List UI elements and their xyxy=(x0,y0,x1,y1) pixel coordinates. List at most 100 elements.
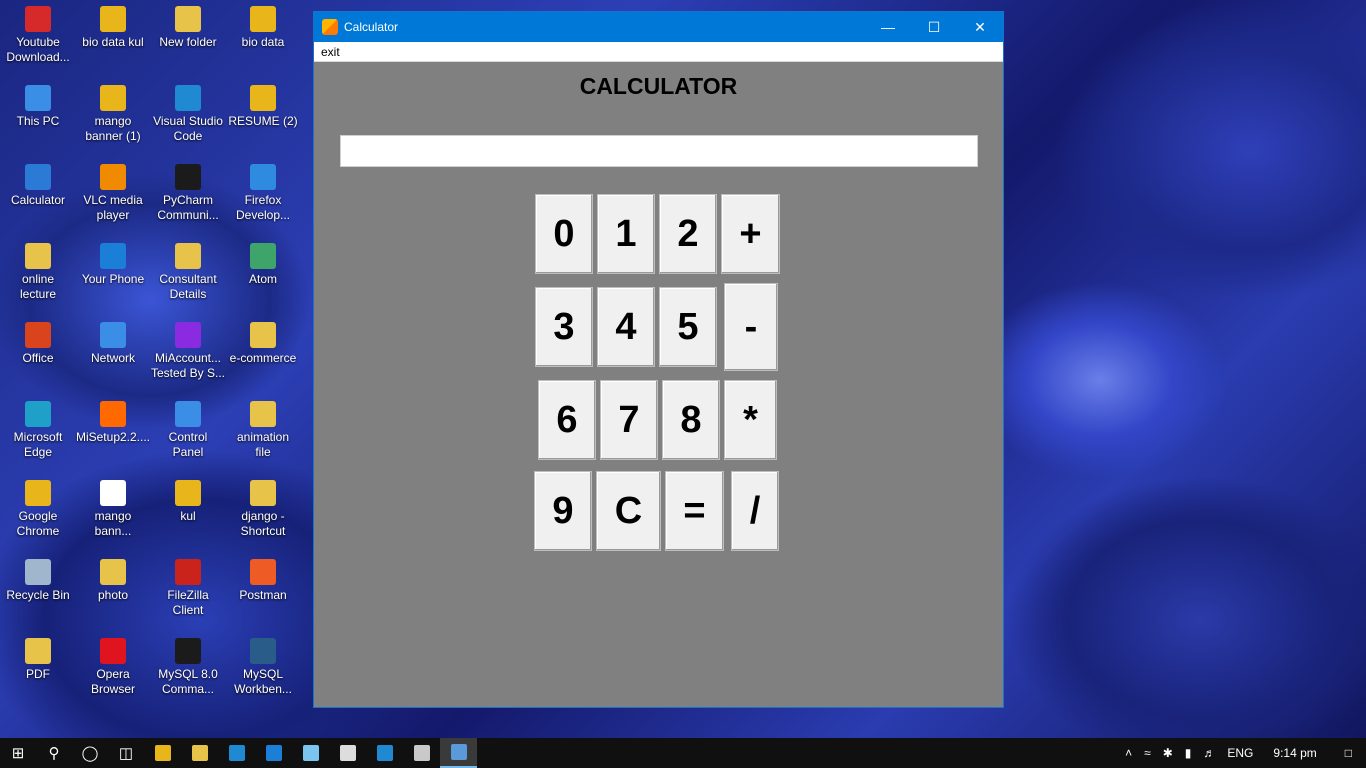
minimize-button[interactable]: — xyxy=(865,12,911,42)
desktop-icon[interactable]: Consultant Details xyxy=(150,237,226,313)
desktop-icon[interactable]: Your Phone xyxy=(75,237,151,313)
wifi-icon[interactable]: ≈ xyxy=(1138,746,1157,760)
desktop-icon[interactable]: Recycle Bin xyxy=(0,553,76,629)
desktop-icon[interactable]: Google Chrome xyxy=(0,474,76,550)
language-indicator[interactable]: ENG xyxy=(1221,746,1259,760)
key-2[interactable]: 2 xyxy=(659,194,717,274)
desktop-icon[interactable]: e-commerce xyxy=(225,316,301,392)
firefox-icon xyxy=(250,164,276,190)
desktop-icon[interactable]: Atom xyxy=(225,237,301,313)
taskbar-app[interactable] xyxy=(366,738,403,768)
store-icon xyxy=(228,745,245,761)
key-7[interactable]: 7 xyxy=(600,380,658,460)
start-button[interactable]: ⊞ xyxy=(0,738,36,768)
key-divide[interactable]: / xyxy=(731,471,779,551)
taskbar-app[interactable] xyxy=(181,738,218,768)
winrar-icon xyxy=(175,322,201,348)
key-minus[interactable]: - xyxy=(724,283,778,371)
key-0[interactable]: 0 xyxy=(535,194,593,274)
pdf-icon xyxy=(25,638,51,664)
desktop-icon[interactable]: kul xyxy=(150,474,226,550)
desktop-icon[interactable]: Visual Studio Code xyxy=(150,79,226,155)
desktop-icon[interactable]: online lecture xyxy=(0,237,76,313)
taskbar-app[interactable] xyxy=(440,738,477,768)
vscode-icon xyxy=(376,745,393,761)
chrome-icon xyxy=(154,745,171,761)
calculator-icon xyxy=(25,164,51,190)
bluetooth-icon[interactable]: ✱ xyxy=(1157,746,1179,760)
notification-icon[interactable]: □ xyxy=(1331,746,1366,760)
desktop-icon[interactable]: RESUME (2) xyxy=(225,79,301,155)
desktop-icon[interactable]: Network xyxy=(75,316,151,392)
search-icon[interactable]: ⚲ xyxy=(36,738,72,768)
desktop-icon[interactable]: bio data xyxy=(225,0,301,76)
key-equals[interactable]: = xyxy=(665,471,724,551)
desktop-icon[interactable]: FileZilla Client xyxy=(150,553,226,629)
desktop-icon[interactable]: animation file xyxy=(225,395,301,471)
key-4[interactable]: 4 xyxy=(597,287,655,367)
volume-icon[interactable]: ♬ xyxy=(1197,746,1221,760)
desktop-icon[interactable]: Opera Browser xyxy=(75,632,151,708)
taskbar-app[interactable] xyxy=(255,738,292,768)
folder-icon xyxy=(175,6,201,32)
key-1[interactable]: 1 xyxy=(597,194,655,274)
desktop-icon-label: animation file xyxy=(236,430,290,459)
taskbar-app[interactable] xyxy=(292,738,329,768)
chevron-up-icon[interactable]: ˄ xyxy=(1119,746,1138,760)
desktop-icon[interactable]: Office xyxy=(0,316,76,392)
desktop-icon-label: MiSetup2.2.... xyxy=(75,430,151,444)
system-tray: ˄ ≈ ✱ ▮ ♬ ENG 9:14 pm □ xyxy=(1119,738,1366,768)
desktop-icon[interactable]: This PC xyxy=(0,79,76,155)
chrome-icon xyxy=(25,480,51,506)
desktop-icon[interactable]: MySQL Workben... xyxy=(225,632,301,708)
desktop-icon[interactable]: VLC media player xyxy=(75,158,151,234)
desktop-icon[interactable]: photo xyxy=(75,553,151,629)
desktop-icon[interactable]: Firefox Develop... xyxy=(225,158,301,234)
key-multiply[interactable]: * xyxy=(724,380,777,460)
menu-exit[interactable]: exit xyxy=(321,45,340,59)
taskbar-app[interactable] xyxy=(218,738,255,768)
desktop-icon[interactable]: Calculator xyxy=(0,158,76,234)
close-button[interactable]: ✕ xyxy=(957,12,1003,42)
taskbar-app[interactable] xyxy=(329,738,366,768)
pycharm-icon xyxy=(339,745,356,761)
maximize-button[interactable]: ☐ xyxy=(911,12,957,42)
taskbar-app[interactable] xyxy=(144,738,181,768)
desktop-icon[interactable]: Postman xyxy=(225,553,301,629)
key-8[interactable]: 8 xyxy=(662,380,720,460)
desktop-icon-label: MiAccount... Tested By S... xyxy=(150,351,226,380)
key-6[interactable]: 6 xyxy=(538,380,596,460)
desktop-icon[interactable]: Youtube Download... xyxy=(0,0,76,76)
desktop-icon[interactable]: PDF xyxy=(0,632,76,708)
desktop-icon[interactable]: Control Panel xyxy=(150,395,226,471)
desktop-icon[interactable]: mango bann... xyxy=(75,474,151,550)
cortana-icon[interactable]: ◯ xyxy=(72,738,108,768)
calculator-display[interactable] xyxy=(340,135,978,167)
desktop-icon[interactable]: MiSetup2.2.... xyxy=(75,395,151,471)
desktop-icon-label: Google Chrome xyxy=(16,509,60,538)
opera-icon xyxy=(100,638,126,664)
desktop-icon-label: PyCharm Communi... xyxy=(157,193,219,222)
desktop-icon[interactable]: mango banner (1) xyxy=(75,79,151,155)
desktop-icon[interactable]: PyCharm Communi... xyxy=(150,158,226,234)
task-view-icon[interactable]: ◫ xyxy=(108,738,144,768)
desktop-icon[interactable]: bio data kul xyxy=(75,0,151,76)
desktop-icon[interactable]: MiAccount... Tested By S... xyxy=(150,316,226,392)
key-3[interactable]: 3 xyxy=(535,287,593,367)
desktop-icon[interactable]: MySQL 8.0 Comma... xyxy=(150,632,226,708)
network-icon xyxy=(100,322,126,348)
clock[interactable]: 9:14 pm xyxy=(1259,746,1330,760)
desktop-icon[interactable]: Microsoft Edge xyxy=(0,395,76,471)
key-clear[interactable]: C xyxy=(596,471,661,551)
desktop-icon[interactable]: django - Shortcut xyxy=(225,474,301,550)
taskbar-app[interactable] xyxy=(403,738,440,768)
desktop-icon-label: MySQL 8.0 Comma... xyxy=(158,667,218,696)
key-9[interactable]: 9 xyxy=(534,471,592,551)
desktop-icon-label: mango banner (1) xyxy=(85,114,141,143)
desktop-icon[interactable]: New folder xyxy=(150,0,226,76)
key-plus[interactable]: + xyxy=(721,194,780,274)
desktop-icon-label: photo xyxy=(97,588,129,602)
battery-icon[interactable]: ▮ xyxy=(1179,746,1198,760)
key-5[interactable]: 5 xyxy=(659,287,717,367)
title-bar[interactable]: Calculator — ☐ ✕ xyxy=(314,12,1003,42)
